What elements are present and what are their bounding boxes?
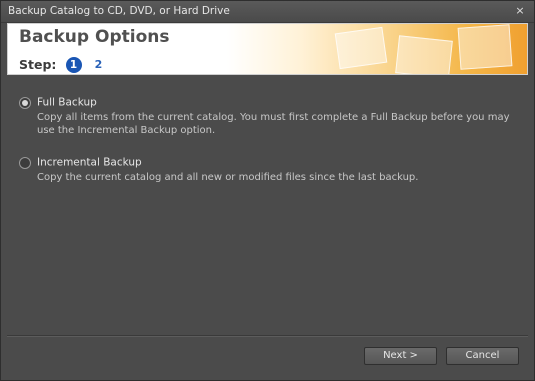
decorative-photo: [395, 35, 453, 74]
backup-dialog: Backup Catalog to CD, DVD, or Hard Drive…: [0, 0, 535, 381]
footer-divider: [7, 335, 528, 337]
decorative-photo: [334, 26, 388, 70]
decorative-photo: [457, 24, 513, 70]
full-backup-description: Copy all items from the current catalog.…: [37, 112, 510, 136]
window-title: Backup Catalog to CD, DVD, or Hard Drive: [8, 5, 230, 17]
step-indicator: Step: 1 2: [19, 54, 103, 73]
page-title: Backup Options: [19, 27, 170, 47]
header-banner: Backup Options Step: 1 2: [7, 23, 528, 75]
incremental-backup-label[interactable]: Incremental Backup: [37, 157, 142, 169]
header-artwork: [227, 24, 527, 74]
full-backup-radio[interactable]: [19, 96, 31, 109]
cancel-button[interactable]: Cancel: [446, 347, 519, 365]
incremental-backup-radio[interactable]: [19, 156, 31, 169]
step-1-badge: 1: [65, 56, 82, 73]
step-2-link: 2: [94, 58, 103, 71]
title-bar: Backup Catalog to CD, DVD, or Hard Drive…: [1, 1, 534, 23]
close-icon[interactable]: ×: [514, 5, 526, 17]
incremental-backup-option[interactable]: Incremental Backup: [19, 152, 142, 171]
full-backup-option[interactable]: Full Backup: [19, 92, 97, 111]
step-label: Step:: [19, 57, 57, 72]
full-backup-label[interactable]: Full Backup: [37, 97, 97, 109]
incremental-backup-description: Copy the current catalog and all new or …: [37, 172, 419, 183]
next-button[interactable]: Next >: [364, 347, 437, 365]
